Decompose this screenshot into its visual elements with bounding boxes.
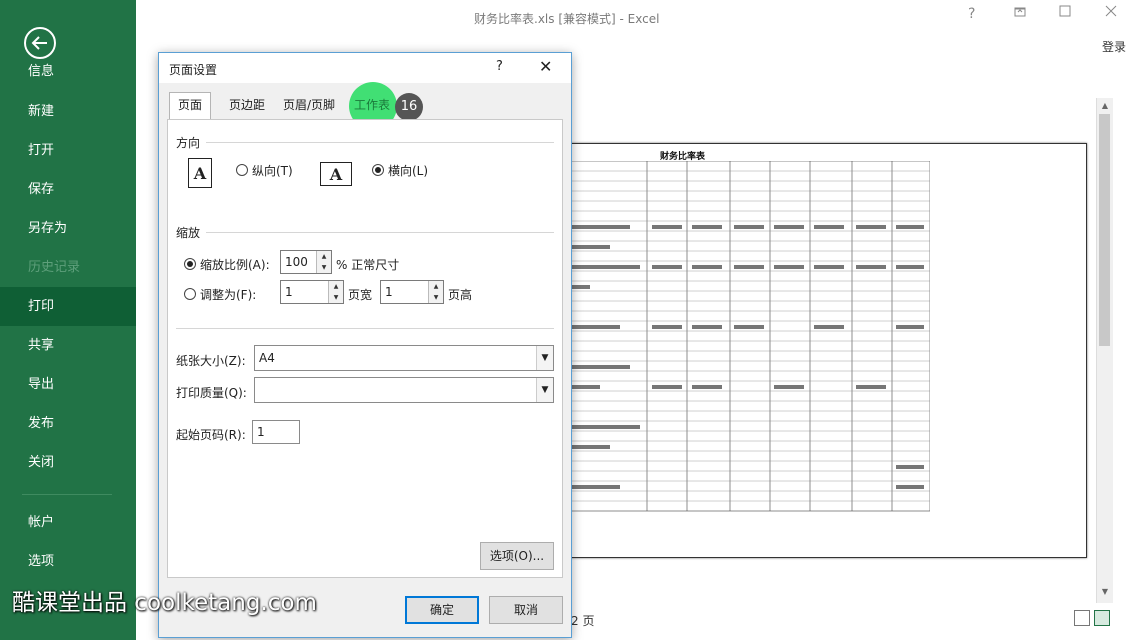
help-icon[interactable]: ? bbox=[968, 6, 975, 22]
first-page-value: 1 bbox=[257, 425, 265, 439]
scaling-heading: 缩放 bbox=[176, 226, 201, 240]
show-margins-icon[interactable] bbox=[1074, 610, 1090, 626]
fit-wide-suffix: 页宽 bbox=[348, 288, 373, 302]
spin-up-icon[interactable]: ▲ bbox=[317, 251, 331, 262]
tab-page[interactable]: 页面 bbox=[169, 92, 212, 119]
sidebar-item-new[interactable]: 新建 bbox=[0, 92, 136, 131]
adjust-to-suffix: % 正常尺寸 bbox=[336, 258, 400, 272]
dialog-title: 页面设置 bbox=[169, 63, 218, 77]
dialog-help-icon[interactable]: ? bbox=[496, 59, 503, 74]
sidebar-item-publish[interactable]: 发布 bbox=[0, 404, 136, 443]
sidebar-item-share[interactable]: 共享 bbox=[0, 326, 136, 365]
adjust-to-spinner[interactable]: 100 ▲ ▼ bbox=[280, 250, 332, 274]
chevron-down-icon[interactable]: ▼ bbox=[536, 378, 553, 402]
tab-header-footer[interactable]: 页眉/页脚 bbox=[275, 93, 343, 118]
scroll-up-arrow-icon[interactable]: ▲ bbox=[1099, 100, 1111, 112]
fit-wide-value: 1 bbox=[285, 285, 293, 299]
portrait-radio[interactable] bbox=[236, 164, 248, 176]
scroll-thumb[interactable] bbox=[1099, 114, 1110, 346]
first-page-label: 起始页码(R): bbox=[176, 428, 246, 442]
restore-icon[interactable] bbox=[1058, 4, 1072, 22]
sidebar-item-print[interactable]: 打印 bbox=[0, 287, 136, 326]
dialog-close-icon[interactable]: ✕ bbox=[539, 57, 552, 76]
adjust-to-value: 100 bbox=[285, 255, 308, 269]
fit-tall-spinner[interactable]: 1 ▲ ▼ bbox=[380, 280, 444, 304]
chevron-down-icon[interactable]: ▼ bbox=[536, 346, 553, 370]
portrait-page-icon: A bbox=[188, 158, 212, 188]
orientation-divider bbox=[206, 142, 554, 143]
scaling-divider bbox=[206, 232, 554, 233]
sidebar-item-account[interactable]: 帐户 bbox=[0, 503, 136, 542]
zoom-to-page-icon[interactable] bbox=[1094, 610, 1110, 626]
sidebar-item-history: 历史记录 bbox=[28, 260, 81, 275]
sidebar-item-save-as[interactable]: 另存为 bbox=[0, 209, 136, 248]
print-quality-select[interactable]: ▼ bbox=[254, 377, 554, 403]
step-badge: 16 bbox=[395, 93, 423, 121]
scroll-down-arrow-icon[interactable]: ▼ bbox=[1099, 586, 1111, 598]
spin-down-icon[interactable]: ▼ bbox=[429, 292, 443, 303]
sidebar-item-options[interactable]: 选项 bbox=[0, 542, 136, 581]
options-button[interactable]: 选项(O)... bbox=[480, 542, 554, 570]
print-quality-label: 打印质量(Q): bbox=[176, 386, 247, 400]
sidebar-item-info[interactable]: 信息 bbox=[0, 55, 136, 89]
sidebar-item-export[interactable]: 导出 bbox=[0, 365, 136, 404]
fit-tall-value: 1 bbox=[385, 285, 393, 299]
minimize-icon[interactable] bbox=[1013, 2, 1027, 20]
spin-down-icon[interactable]: ▼ bbox=[329, 292, 343, 303]
title-bar: 财务比率表.xls [兼容模式] - Excel ? bbox=[136, 0, 1136, 36]
landscape-radio[interactable] bbox=[372, 164, 384, 176]
first-page-input[interactable]: 1 bbox=[252, 420, 300, 444]
backstage-sidebar: 信息 新建 打开 保存 另存为 历史记录 打印 共享 导出 发布 关闭 帐户 选… bbox=[0, 0, 136, 640]
close-window-icon[interactable] bbox=[1104, 4, 1118, 22]
sidebar-divider bbox=[22, 494, 112, 495]
fit-tall-suffix: 页高 bbox=[448, 288, 473, 302]
fit-wide-spinner[interactable]: 1 ▲ ▼ bbox=[280, 280, 344, 304]
sidebar-item-save[interactable]: 保存 bbox=[0, 170, 136, 209]
fit-to-label[interactable]: 调整为(F): bbox=[200, 286, 256, 303]
adjust-to-label[interactable]: 缩放比例(A): bbox=[200, 256, 270, 273]
tab-margins[interactable]: 页边距 bbox=[221, 93, 273, 118]
spin-up-icon[interactable]: ▲ bbox=[329, 281, 343, 292]
page-setup-dialog: 页面设置 ? ✕ 页面 页边距 页眉/页脚 工作表 16 方向 A 纵向(T) … bbox=[158, 52, 572, 638]
paper-size-select[interactable]: A4 ▼ bbox=[254, 345, 554, 371]
login-link[interactable]: 登录 bbox=[1102, 38, 1126, 55]
portrait-label[interactable]: 纵向(T) bbox=[252, 162, 293, 179]
cancel-button[interactable]: 取消 bbox=[489, 596, 563, 624]
section-divider bbox=[176, 328, 554, 329]
window-title: 财务比率表.xls [兼容模式] - Excel bbox=[474, 12, 660, 26]
tab-panel-page: 方向 A 纵向(T) A 横向(L) 缩放 缩放比例(A): 100 ▲ ▼ % … bbox=[167, 119, 563, 578]
tab-sheet[interactable]: 工作表 bbox=[346, 93, 398, 118]
paper-size-label: 纸张大小(Z): bbox=[176, 354, 246, 368]
spin-up-icon[interactable]: ▲ bbox=[429, 281, 443, 292]
sidebar-item-open[interactable]: 打开 bbox=[0, 131, 136, 170]
landscape-label[interactable]: 横向(L) bbox=[388, 162, 428, 179]
orientation-heading: 方向 bbox=[176, 136, 201, 150]
spin-down-icon[interactable]: ▼ bbox=[317, 262, 331, 273]
adjust-to-radio[interactable] bbox=[184, 258, 196, 270]
paper-size-value: A4 bbox=[259, 351, 275, 365]
fit-to-radio[interactable] bbox=[184, 288, 196, 300]
watermark: 酷课堂出品 coolketang.com bbox=[12, 590, 317, 616]
zoom-controls bbox=[1070, 610, 1110, 629]
preview-vertical-scrollbar[interactable]: ▲ ▼ bbox=[1096, 98, 1113, 603]
landscape-page-icon: A bbox=[320, 162, 352, 186]
dialog-title-bar: 页面设置 ? ✕ bbox=[159, 53, 571, 83]
sidebar-item-close[interactable]: 关闭 bbox=[0, 443, 136, 482]
page-navigation: 2 页 bbox=[571, 614, 595, 628]
ok-button[interactable]: 确定 bbox=[405, 596, 479, 624]
